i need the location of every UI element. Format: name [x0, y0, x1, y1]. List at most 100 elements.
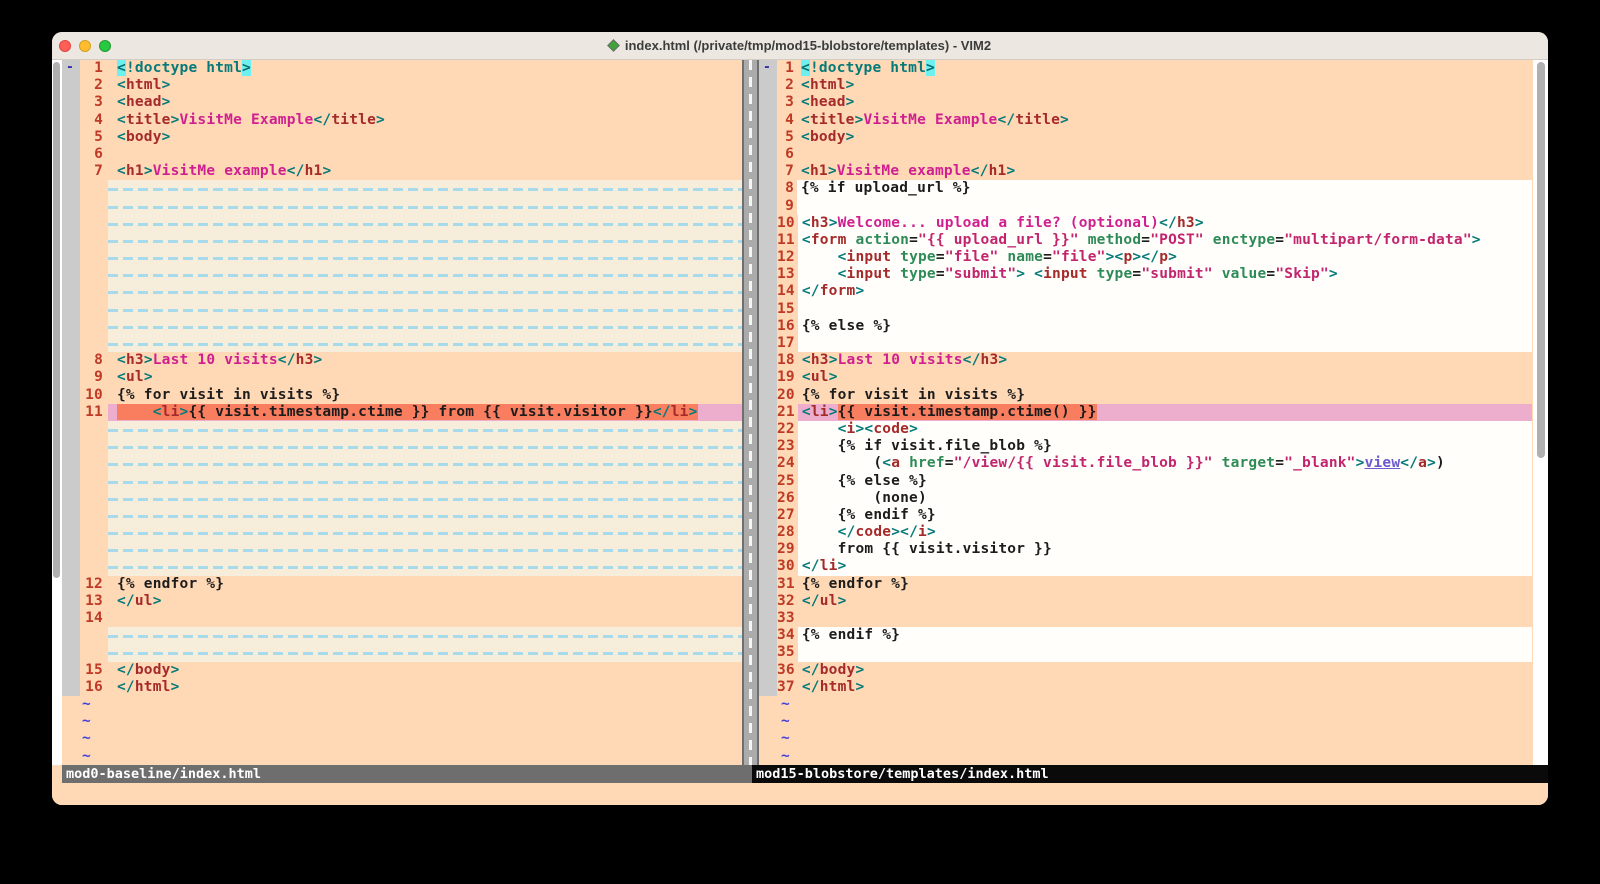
code-text[interactable] — [798, 301, 1532, 318]
code-text[interactable]: {% endfor %} — [108, 576, 742, 593]
code-text[interactable] — [798, 644, 1532, 661]
close-button[interactable] — [59, 40, 71, 52]
code-text[interactable] — [108, 318, 742, 335]
code-text[interactable] — [108, 421, 742, 438]
code-text[interactable]: <h1>VisitMe example</h1> — [797, 163, 1532, 180]
right-scrollbar-thumb[interactable] — [1537, 62, 1545, 458]
code-token: li — [811, 404, 829, 420]
code-text[interactable] — [108, 558, 742, 575]
code-text[interactable]: <head> — [797, 94, 1532, 111]
code-token: > — [926, 60, 935, 76]
code-text[interactable]: <h1>VisitMe example</h1> — [108, 163, 742, 180]
code-text[interactable] — [108, 507, 742, 524]
code-text[interactable]: <li>{{ visit.timestamp.ctime() }} — [798, 404, 1532, 421]
code-text[interactable]: <ul> — [798, 369, 1532, 386]
command-line-area[interactable] — [52, 783, 1548, 805]
left-scrollbar-track[interactable] — [52, 60, 62, 765]
code-text[interactable]: </form> — [798, 283, 1532, 300]
code-text[interactable]: {% for visit in visits %} — [108, 387, 742, 404]
code-text[interactable] — [108, 215, 742, 232]
code-text[interactable] — [108, 301, 742, 318]
code-text[interactable] — [108, 610, 742, 627]
code-text[interactable] — [798, 335, 1532, 352]
code-text[interactable]: <html> — [797, 77, 1532, 94]
code-text[interactable]: </li> — [798, 558, 1532, 575]
code-text[interactable]: <ul> — [108, 369, 742, 386]
code-text[interactable]: {% else %} — [798, 318, 1532, 335]
code-text[interactable]: </html> — [108, 679, 742, 696]
code-text[interactable]: <title>VisitMe Example</title> — [108, 112, 742, 129]
line-number: 3 — [777, 94, 797, 111]
code-text[interactable] — [108, 644, 742, 661]
fold-column-cell: - — [759, 60, 777, 77]
code-text[interactable]: <h3>Last 10 visits</h3> — [108, 352, 742, 369]
code-text[interactable]: <h3>Last 10 visits</h3> — [798, 352, 1532, 369]
code-token: > — [144, 352, 153, 368]
code-text[interactable]: {% endif %} — [798, 507, 1532, 524]
code-token: > — [144, 163, 153, 179]
code-text[interactable]: <html> — [108, 77, 742, 94]
code-text[interactable]: <li>{{ visit.timestamp.ctime }} from {{ … — [108, 404, 742, 421]
code-text[interactable] — [108, 146, 742, 163]
code-text[interactable]: <input type="submit"> <input type="submi… — [798, 266, 1532, 283]
code-text[interactable]: (<a href="/view/{{ visit.file_blob }}" t… — [798, 455, 1532, 472]
code-text[interactable] — [798, 610, 1532, 627]
code-token: Last 10 visits — [838, 352, 963, 368]
code-text[interactable]: {% endif %} — [798, 627, 1532, 644]
code-text[interactable]: <input type="file" name="file"><p></p> — [798, 249, 1532, 266]
code-text[interactable]: </body> — [108, 662, 742, 679]
code-text[interactable]: <!doctype html> — [797, 60, 1532, 77]
code-text[interactable]: <h3>Welcome... upload a file? (optional)… — [798, 215, 1532, 232]
code-token: title — [126, 112, 171, 128]
line-number: 29 — [777, 541, 798, 558]
vertical-split-divider[interactable] — [742, 60, 759, 765]
code-text[interactable] — [797, 146, 1532, 163]
fold-column-cell — [759, 301, 777, 318]
code-text[interactable] — [108, 180, 742, 197]
code-text[interactable]: <form action="{{ upload_url }}" method="… — [798, 232, 1532, 249]
code-text[interactable]: from {{ visit.visitor }} — [798, 541, 1532, 558]
code-text[interactable] — [108, 473, 742, 490]
code-text[interactable]: </ul> — [108, 593, 742, 610]
code-text[interactable]: </code></i> — [798, 524, 1532, 541]
code-text[interactable]: </html> — [798, 679, 1532, 696]
code-text[interactable]: {% endfor %} — [798, 576, 1532, 593]
code-text[interactable]: (none) — [798, 490, 1532, 507]
code-text[interactable] — [108, 198, 742, 215]
code-text[interactable] — [108, 283, 742, 300]
code-text[interactable] — [108, 524, 742, 541]
code-text[interactable]: </body> — [798, 662, 1532, 679]
code-text[interactable]: <!doctype html> — [108, 60, 742, 77]
code-token: > — [838, 593, 847, 609]
code-text[interactable] — [108, 455, 742, 472]
code-text[interactable] — [108, 266, 742, 283]
code-text[interactable] — [108, 438, 742, 455]
code-text[interactable]: <title>VisitMe Example</title> — [797, 112, 1532, 129]
fold-column-cell — [62, 215, 80, 232]
code-text[interactable] — [108, 490, 742, 507]
code-text[interactable] — [108, 232, 742, 249]
code-token: h3 — [126, 352, 144, 368]
code-text[interactable]: </ul> — [798, 593, 1532, 610]
code-text[interactable]: {% if visit.file_blob %} — [798, 438, 1532, 455]
code-text[interactable]: {% else %} — [798, 473, 1532, 490]
code-text[interactable] — [797, 198, 1532, 215]
zoom-button[interactable] — [99, 40, 111, 52]
minimize-button[interactable] — [79, 40, 91, 52]
code-text[interactable]: {% for visit in visits %} — [798, 387, 1532, 404]
code-text[interactable] — [108, 335, 742, 352]
code-text[interactable]: <head> — [108, 94, 742, 111]
code-text[interactable] — [108, 249, 742, 266]
code-text[interactable]: <body> — [108, 129, 742, 146]
code-text[interactable] — [108, 627, 742, 644]
left-scrollbar-thumb[interactable] — [53, 62, 60, 578]
fold-column-cell — [759, 369, 777, 386]
screenshot-background: index.html (/private/tmp/mod15-blobstore… — [0, 0, 1600, 884]
code-text[interactable]: {% if upload_url %} — [797, 180, 1532, 197]
code-text[interactable]: <body> — [797, 129, 1532, 146]
code-token: form — [820, 283, 856, 299]
code-text[interactable] — [108, 541, 742, 558]
right-scrollbar-track[interactable] — [1533, 60, 1548, 765]
code-text[interactable]: <i><code> — [798, 421, 1532, 438]
code-line: 13</ul> — [62, 593, 742, 610]
